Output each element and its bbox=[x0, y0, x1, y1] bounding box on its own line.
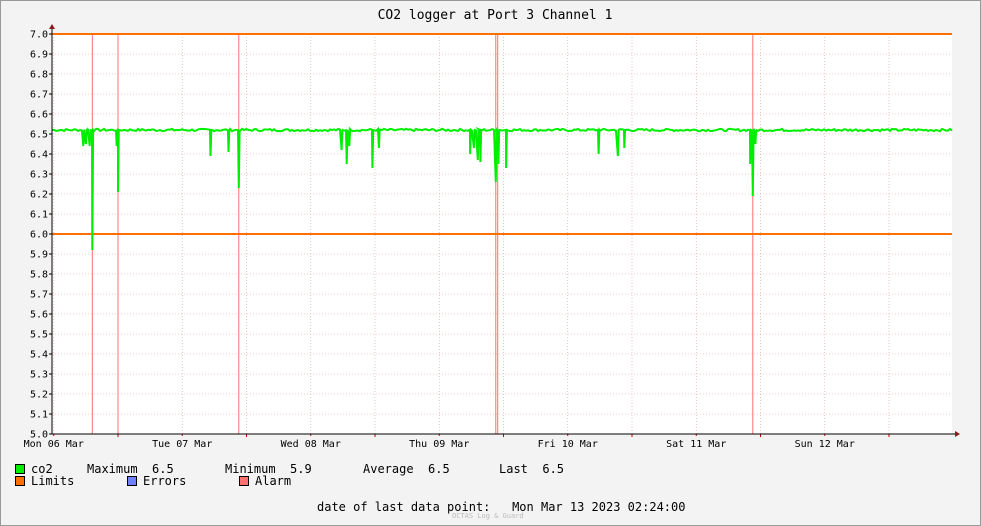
y-tick-labels: 5.05.15.25.35.45.55.65.75.85.96.06.16.26… bbox=[30, 30, 48, 441]
y-tick-label: 5.9 bbox=[30, 250, 48, 261]
co2-swatch bbox=[15, 464, 25, 474]
co2-chart: CO2 logger at Port 3 Channel 1 5.05.15.2… bbox=[24, 8, 960, 450]
legend-last-label: Last bbox=[499, 462, 528, 476]
y-tick-label: 5.1 bbox=[30, 410, 48, 421]
chart-frame: CO2 logger at Port 3 Channel 1 5.0 5.1 5.2… bbox=[0, 0, 981, 526]
y-tick-label: 7.0 bbox=[30, 30, 48, 41]
legend-errors-label: Errors bbox=[143, 474, 187, 488]
legend-min-value: 5.9 bbox=[290, 462, 312, 476]
y-tick-label: 6.6 bbox=[30, 110, 48, 121]
y-axis-arrow bbox=[49, 24, 55, 29]
y-tick-label: 5.7 bbox=[30, 290, 48, 301]
x-tick-label: Mon 06 Mar bbox=[24, 439, 84, 450]
errors-swatch bbox=[127, 476, 137, 486]
y-tick-label: 5.5 bbox=[30, 330, 48, 341]
y-tick-label: 6.2 bbox=[30, 190, 48, 201]
y-tick-label: 6.1 bbox=[30, 210, 48, 221]
y-tick-label: 6.5 bbox=[30, 130, 48, 141]
y-tick-label: 6.0 bbox=[30, 230, 48, 241]
last-point-value: Mon Mar 13 2023 02:24:00 bbox=[512, 500, 686, 514]
legend-avg-value: 6.5 bbox=[428, 462, 450, 476]
x-tick-label: Fri 10 Mar bbox=[538, 439, 598, 450]
watermark: OCTAS Log & Guard bbox=[452, 512, 524, 520]
chart-title: CO2 logger at Port 3 Channel 1 bbox=[378, 8, 613, 23]
legend-last-value: 6.5 bbox=[542, 462, 565, 476]
y-tick-label: 6.7 bbox=[30, 90, 48, 101]
alarm-swatch bbox=[239, 476, 249, 486]
y-tick-label: 6.9 bbox=[30, 50, 48, 61]
x-tick-label: Thu 09 Mar bbox=[409, 439, 469, 450]
y-tick-label: 6.8 bbox=[30, 70, 48, 81]
legend-avg-label: Average bbox=[363, 462, 414, 476]
y-tick-label: 5.8 bbox=[30, 270, 48, 281]
legend-alarm-label: Alarm bbox=[255, 474, 292, 488]
x-tick-labels: Mon 06 Mar Tue 07 Mar Wed 08 Mar Thu 09 Mar… bbox=[24, 439, 855, 450]
y-tick-label: 5.6 bbox=[30, 310, 48, 321]
legend-limits-label: Limits bbox=[31, 474, 75, 488]
x-axis-arrow bbox=[955, 431, 960, 437]
legend-row-flags: Limits Errors Alarm bbox=[15, 475, 564, 487]
grid bbox=[49, 33, 952, 437]
legend: co2 Maximum 6.5 Minimum 5.9 Average 6.5 … bbox=[15, 463, 564, 487]
y-tick-label: 6.3 bbox=[30, 170, 48, 181]
y-tick-label: 5.4 bbox=[30, 350, 48, 361]
limits-swatch bbox=[15, 476, 25, 486]
y-tick-label: 5.3 bbox=[30, 370, 48, 381]
x-tick-label: Sat 11 Mar bbox=[666, 439, 726, 450]
x-tick-label: Sun 12 Mar bbox=[795, 439, 855, 450]
y-tick-label: 6.4 bbox=[30, 150, 48, 161]
y-tick-label: 5.2 bbox=[30, 390, 48, 401]
x-tick-label: Tue 07 Mar bbox=[152, 439, 212, 450]
legend-max-label: Maximum bbox=[87, 462, 138, 476]
x-tick-label: Wed 08 Mar bbox=[281, 439, 341, 450]
